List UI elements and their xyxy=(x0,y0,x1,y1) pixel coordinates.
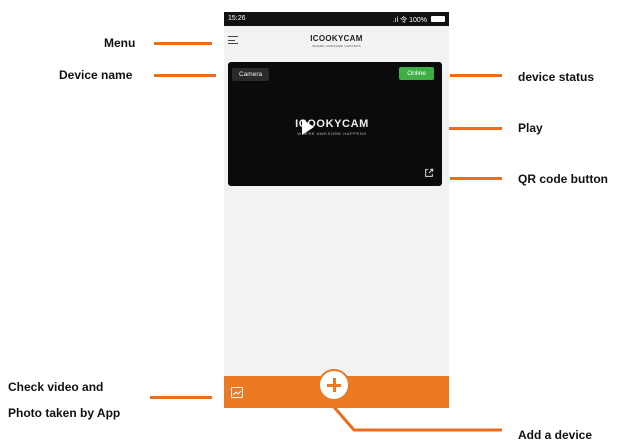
device-status-badge: Online xyxy=(399,67,434,80)
callout-line-menu xyxy=(154,42,212,45)
callout-line-qr xyxy=(450,177,502,180)
callout-play: Play xyxy=(518,121,543,135)
callout-check-line1: Check video and xyxy=(8,380,104,394)
callout-line-add-device xyxy=(332,406,502,432)
callout-device-status: device status xyxy=(518,70,595,84)
callout-line-device-status xyxy=(450,74,502,77)
app-title: ICOOKYCAM xyxy=(310,34,363,43)
card-logo-tagline: WHERE AWESOME HAPPENS xyxy=(297,131,367,136)
callout-line-check xyxy=(150,396,212,399)
status-indicators: .ıl 令 100% xyxy=(392,17,427,24)
callout-menu: Menu xyxy=(104,36,136,50)
image-icon[interactable] xyxy=(231,387,243,398)
callout-line-device-name xyxy=(154,74,216,77)
callout-device-name: Device name xyxy=(59,68,133,82)
status-time: 15:26 xyxy=(228,15,246,22)
app-bar: ICOOKYCAM WHERE AWESOME HAPPENS xyxy=(224,26,449,54)
plus-icon[interactable] xyxy=(318,369,350,401)
callout-add-device: Add a device xyxy=(518,428,593,442)
callout-check-line2: Photo taken by App xyxy=(8,406,121,420)
app-tagline: WHERE AWESOME HAPPENS xyxy=(312,44,361,48)
device-name[interactable]: Camera xyxy=(232,68,270,81)
status-bar: 15:26 .ıl 令 100% xyxy=(224,12,449,26)
callout-qr: QR code button xyxy=(518,172,608,186)
battery-icon xyxy=(431,16,445,22)
share-icon[interactable] xyxy=(424,168,434,178)
device-card[interactable]: Camera Online ICOOKYCAM WHERE AWESOME HA… xyxy=(228,62,442,186)
app-logo: ICOOKYCAM WHERE AWESOME HAPPENS xyxy=(294,34,379,48)
menu-icon[interactable] xyxy=(228,36,238,45)
phone-screen: 15:26 .ıl 令 100% ICOOKYCAM WHERE AWESOME… xyxy=(224,12,449,408)
play-icon[interactable] xyxy=(302,119,314,135)
card-logo: ICOOKYCAM WHERE AWESOME HAPPENS xyxy=(272,118,392,136)
